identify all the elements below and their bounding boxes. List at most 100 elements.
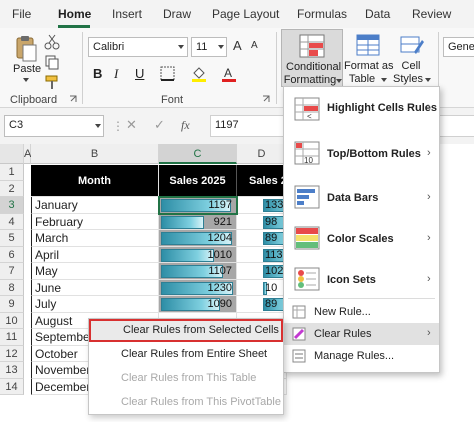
sales-2025-cell[interactable]: 921 (159, 214, 237, 230)
fill-color-icon[interactable] (190, 65, 208, 83)
sales-2024-cell[interactable]: 89 (237, 230, 287, 247)
row-header[interactable]: 14 (0, 379, 24, 395)
cut-icon[interactable] (44, 34, 60, 50)
format-as-table-label-2: Table (348, 73, 376, 85)
insert-function-icon[interactable]: fx (181, 118, 190, 133)
borders-icon[interactable] (160, 66, 176, 82)
clear-rules-icon (292, 327, 306, 341)
italic-button[interactable]: I (114, 66, 118, 82)
tab-file[interactable]: File (12, 7, 31, 21)
month-cell[interactable]: January (31, 197, 159, 214)
menu-item-icon-sets[interactable]: Icon Sets › (284, 259, 439, 299)
font-name-box[interactable]: Calibri (88, 37, 188, 57)
format-as-table-button[interactable]: Format as Table (344, 29, 394, 87)
menu-item-data-bars[interactable]: Data Bars › (284, 177, 439, 217)
paste-icon (16, 36, 37, 62)
month-cell[interactable]: July (31, 296, 159, 313)
sales-2024-cell[interactable]: 133 (237, 197, 287, 214)
row-header[interactable]: 11 (0, 329, 24, 346)
column-header-d[interactable]: D (237, 144, 287, 164)
format-painter-icon[interactable] (44, 74, 60, 90)
font-color-icon[interactable]: A (220, 65, 238, 83)
sales-2024-cell[interactable]: 98 (237, 214, 287, 230)
tab-review[interactable]: Review (412, 7, 451, 21)
underline-button[interactable]: U (135, 66, 144, 81)
row-header[interactable]: 2 (0, 181, 24, 197)
month-cell[interactable]: February (31, 214, 159, 230)
number-format-box[interactable]: Genera (443, 37, 474, 57)
row-header[interactable]: 10 (0, 313, 24, 329)
copy-icon[interactable] (44, 54, 60, 70)
sales-2025-cell[interactable]: 1010 (159, 247, 237, 263)
sales-2025-cell[interactable]: 1090 (159, 296, 237, 313)
header-cell-sales-2024[interactable]: Sales 2 (237, 165, 287, 197)
row-header[interactable]: 13 (0, 362, 24, 379)
sales-2025-cell[interactable]: 1107 (159, 263, 237, 280)
paste-button[interactable] (12, 34, 40, 66)
conditional-formatting-label-1: Conditional (286, 61, 342, 73)
conditional-formatting-button[interactable]: Conditional Formatting (281, 29, 343, 87)
clear-rules-this-table: Clear Rules from This Table (121, 372, 257, 384)
column-header-a[interactable]: A (24, 144, 31, 164)
tab-home[interactable]: Home (58, 7, 91, 21)
font-name-dropdown-icon[interactable] (178, 45, 184, 49)
menu-item-top-bottom-rules[interactable]: 10 Top/Bottom Rules › (284, 133, 439, 173)
format-as-table-label-1: Format as (344, 60, 394, 72)
font-size-dropdown-icon[interactable] (218, 45, 224, 49)
menu-item-highlight-cells-rules[interactable]: < Highlight Cells Rules › (284, 89, 439, 129)
select-all-corner[interactable] (0, 144, 24, 164)
font-dialog-launcher-icon[interactable] (262, 95, 270, 103)
row-header[interactable]: 7 (0, 263, 24, 280)
row-header[interactable]: 5 (0, 230, 24, 247)
sales-2024-cell[interactable]: 89 (237, 296, 287, 313)
sales-2024-cell[interactable]: 102 (237, 263, 287, 280)
data-bar-value: 89 (265, 298, 278, 310)
row-header[interactable]: 3 (0, 197, 24, 214)
row-header[interactable]: 8 (0, 280, 24, 296)
tab-data[interactable]: Data (365, 7, 390, 21)
column-header-b[interactable]: B (31, 144, 159, 164)
cancel-icon[interactable]: ✕ (126, 117, 137, 133)
menu-item-clear-rules[interactable]: Clear Rules › (284, 323, 439, 345)
month-cell[interactable]: June (31, 280, 159, 296)
grow-font-icon[interactable]: A (233, 38, 242, 53)
clear-rules-entire-sheet[interactable]: Clear Rules from Entire Sheet (89, 343, 283, 366)
ribbon-tab-bar: File Home Insert Draw Page Layout Formul… (0, 0, 474, 28)
row-header[interactable]: 9 (0, 296, 24, 313)
header-cell-month[interactable]: Month (31, 165, 159, 197)
cell-styles-button[interactable]: Cell Styles (392, 29, 432, 87)
dialog-launcher-icon[interactable] (69, 95, 77, 103)
name-box[interactable]: C3 (4, 115, 104, 137)
row-header[interactable]: 4 (0, 214, 24, 230)
column-header-c[interactable]: C (159, 144, 237, 164)
enter-icon[interactable]: ✓ (154, 117, 165, 133)
clear-rules-this-pivottable: Clear Rules from This PivotTable (121, 396, 281, 408)
month-cell[interactable]: April (31, 247, 159, 263)
shrink-font-icon[interactable]: A (251, 40, 258, 51)
active-cell-selection (158, 196, 238, 215)
more-options-icon: ⋮ (112, 119, 124, 133)
sales-2024-cell[interactable]: 113 (237, 247, 287, 263)
tab-insert[interactable]: Insert (112, 7, 142, 21)
tab-page-layout[interactable]: Page Layout (212, 7, 279, 21)
clipboard-group-label: Clipboard (10, 94, 58, 106)
row-header[interactable]: 12 (0, 346, 24, 362)
sales-2025-cell[interactable]: 1204 (159, 230, 237, 247)
tab-draw[interactable]: Draw (163, 7, 191, 21)
row-header[interactable]: 1 (0, 164, 24, 181)
header-cell-sales-2025[interactable]: Sales 2025 (159, 165, 237, 197)
data-bar (161, 216, 204, 229)
row-header[interactable]: 6 (0, 247, 24, 263)
menu-item-manage-rules[interactable]: Manage Rules... (284, 345, 439, 367)
month-cell[interactable]: May (31, 263, 159, 280)
sales-2024-cell[interactable]: 10 (237, 280, 287, 296)
bold-button[interactable]: B (93, 66, 102, 81)
menu-item-color-scales[interactable]: Color Scales › (284, 218, 439, 258)
sales-2025-cell[interactable]: 1230 (159, 280, 237, 296)
name-box-dropdown-icon[interactable] (95, 124, 101, 128)
tab-formulas[interactable]: Formulas (297, 7, 347, 21)
clear-rules-selected-cells[interactable]: Clear Rules from Selected Cells (89, 319, 283, 342)
month-cell[interactable]: March (31, 230, 159, 247)
menu-item-new-rule[interactable]: New Rule... (284, 301, 439, 323)
paste-dropdown-icon[interactable] (23, 78, 29, 82)
